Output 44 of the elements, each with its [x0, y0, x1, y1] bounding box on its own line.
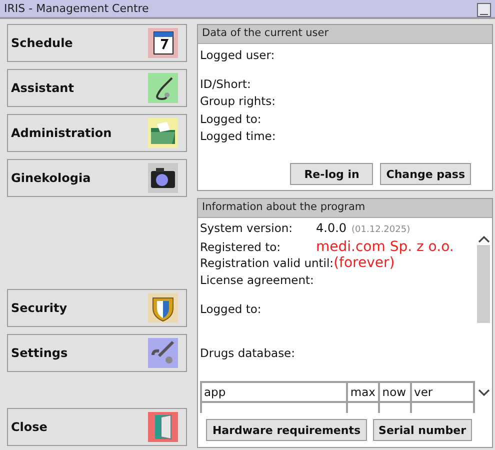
panel-button[interactable]: Serial number [372, 419, 472, 441]
field-label: Registered to: [200, 238, 282, 255]
panel-title: Information about the program [198, 199, 492, 218]
field-label: System version: [200, 220, 294, 236]
stethoscope-icon [148, 73, 178, 103]
panel-button[interactable]: Re-log in [290, 163, 374, 185]
field-value: (forever) [334, 255, 395, 272]
field-label: Group rights: [200, 93, 277, 110]
shield-icon [148, 293, 178, 323]
nav-button[interactable]: Schedule [7, 24, 187, 62]
scrollbar-thumb[interactable] [477, 245, 490, 323]
field-label: License agreement: [200, 272, 315, 288]
nav-button[interactable]: Ginekologia [7, 159, 187, 197]
field-label: Logged user: [200, 47, 276, 64]
nav-button[interactable]: Security [7, 289, 187, 327]
window-title: IRIS - Management Centre [4, 2, 150, 15]
build-date: (01.12.2025) [352, 224, 410, 237]
scroll-up-icon[interactable] [478, 235, 490, 243]
field-label: Registration valid until: [200, 255, 334, 272]
panel-button[interactable]: Change pass [380, 163, 471, 185]
field-label: Drugs database: [200, 344, 296, 361]
wrench-icon [148, 338, 178, 368]
nav-button[interactable]: Administration [7, 114, 187, 152]
column-header: app [201, 382, 348, 402]
door-icon [148, 412, 178, 442]
field-label: Logged to: [200, 301, 262, 318]
nav-button[interactable]: Assistant [7, 69, 187, 107]
column-header: now [379, 382, 412, 402]
field-label: ID/Short: [200, 76, 252, 92]
panel-button[interactable]: Hardware requirements [206, 419, 367, 441]
camera-icon [148, 163, 178, 193]
field-value: medi.com Sp. z o.o. [316, 238, 454, 255]
calendar-icon [148, 28, 178, 58]
scroll-down-icon[interactable] [478, 389, 490, 397]
field-value: 4.0.0 [316, 220, 347, 236]
column-header: ver [411, 382, 474, 402]
panel-title: Data of the current user [198, 25, 492, 44]
field-label: Logged to: [200, 110, 262, 128]
nav-button[interactable]: Close [7, 408, 187, 446]
column-header: max [347, 382, 380, 402]
minimize-button[interactable] [477, 2, 491, 16]
nav-button[interactable]: Settings [7, 334, 187, 372]
field-label: Logged time: [200, 128, 277, 145]
folder-icon [148, 118, 178, 148]
